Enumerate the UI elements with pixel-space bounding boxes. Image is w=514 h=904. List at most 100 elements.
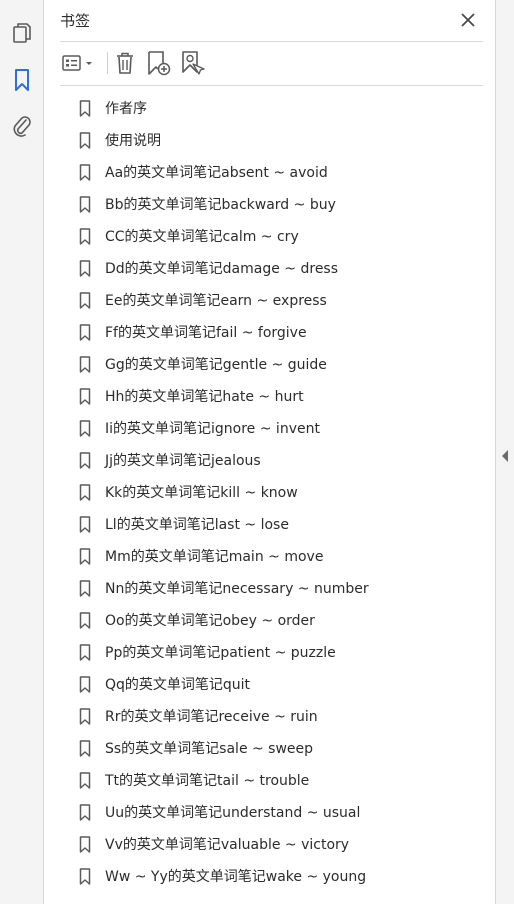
bookmark-label: Pp的英文单词笔记patient ~ puzzle	[105, 645, 336, 661]
bookmark-item[interactable]: Ss的英文单词笔记sale ~ sweep	[75, 732, 485, 764]
bookmark-icon	[79, 739, 91, 757]
bookmark-icon	[79, 835, 91, 853]
bookmark-label: Ii的英文单词笔记ignore ~ invent	[105, 421, 320, 437]
close-icon	[461, 13, 475, 27]
new-bookmark-icon	[148, 51, 171, 76]
bookmarks-button[interactable]	[9, 67, 35, 93]
panel-collapse-strip[interactable]	[495, 0, 514, 904]
bookmark-label: Oo的英文单词笔记obey ~ order	[105, 613, 315, 629]
bookmark-icon	[79, 195, 91, 213]
bookmark-item[interactable]: Aa的英文单词笔记absent ~ avoid	[75, 156, 485, 188]
bookmark-item[interactable]: Uu的英文单词笔记understand ~ usual	[75, 796, 485, 828]
bookmark-item[interactable]: Jj的英文单词笔记jealous	[75, 444, 485, 476]
bookmark-icon	[79, 675, 91, 693]
bookmark-icon	[79, 387, 91, 405]
bookmarks-toolbar	[60, 42, 483, 86]
attachment-icon	[13, 116, 31, 137]
bookmark-label: Qq的英文单词笔记quit	[105, 677, 251, 693]
bookmark-icon	[79, 643, 91, 661]
bookmark-item[interactable]: Nn的英文单词笔记necessary ~ number	[75, 572, 485, 604]
bookmark-icon	[15, 69, 29, 91]
bookmark-item[interactable]: Ee的英文单词笔记earn ~ express	[75, 284, 485, 316]
bookmark-label: CC的英文单词笔记calm ~ cry	[105, 229, 299, 245]
bookmark-icon	[79, 515, 91, 533]
bookmark-label: Rr的英文单词笔记receive ~ ruin	[105, 709, 318, 725]
bookmark-item[interactable]: Vv的英文单词笔记valuable ~ victory	[75, 828, 485, 860]
bookmark-label: Ww ~ Yy的英文单词笔记wake ~ young	[105, 869, 367, 885]
bookmark-item[interactable]: Ll的英文单词笔记last ~ lose	[75, 508, 485, 540]
bookmark-label: Vv的英文单词笔记valuable ~ victory	[105, 837, 350, 853]
pages-button[interactable]	[9, 20, 35, 46]
find-current-bookmark-button[interactable]	[180, 50, 206, 76]
panel-title: 书签	[60, 12, 91, 30]
bookmark-label: Kk的英文单词笔记kill ~ know	[105, 485, 298, 501]
bookmark-item[interactable]: Ww ~ Yy的英文单词笔记wake ~ young	[75, 860, 485, 892]
bookmark-item[interactable]: CC的英文单词笔记calm ~ cry	[75, 220, 485, 252]
bookmark-item[interactable]: Kk的英文单词笔记kill ~ know	[75, 476, 485, 508]
bookmark-item[interactable]: Qq的英文单词笔记quit	[75, 668, 485, 700]
bookmark-item[interactable]: Bb的英文单词笔记backward ~ buy	[75, 188, 485, 220]
bookmark-label: Ff的英文单词笔记fail ~ forgive	[105, 325, 307, 341]
bookmarks-panel: 书签 作者序 使用说明 Aa的英文单词笔记absent ~ avoid Bb的英…	[45, 0, 495, 904]
toolbar-separator	[107, 52, 108, 74]
bookmark-item[interactable]: 使用说明	[75, 124, 485, 156]
bookmark-label: Uu的英文单词笔记understand ~ usual	[105, 805, 361, 821]
bookmark-label: Ss的英文单词笔记sale ~ sweep	[105, 741, 314, 757]
bookmark-label: Nn的英文单词笔记necessary ~ number	[105, 581, 369, 597]
bookmark-label: Ee的英文单词笔记earn ~ express	[105, 293, 327, 309]
bookmark-icon	[79, 227, 91, 245]
bookmark-list: 作者序使用说明 Aa的英文单词笔记absent ~ avoid Bb的英文单词笔记b…	[75, 92, 485, 892]
bookmark-icon	[79, 611, 91, 629]
find-bookmark-icon	[182, 51, 205, 75]
bookmark-icon	[79, 867, 91, 885]
bookmark-icon	[79, 323, 91, 341]
bookmark-item[interactable]: Hh的英文单词笔记hate ~ hurt	[75, 380, 485, 412]
bookmark-item[interactable]: Ff的英文单词笔记fail ~ forgive	[75, 316, 485, 348]
bookmark-label: 作者序	[105, 101, 147, 117]
collapse-arrow-icon	[502, 450, 508, 462]
bookmark-icon	[79, 291, 91, 309]
bookmark-label: Gg的英文单词笔记gentle ~ guide	[105, 357, 327, 373]
bookmark-icon	[79, 771, 91, 789]
bookmark-label: Mm的英文单词笔记main ~ move	[105, 549, 324, 565]
navigation-rail	[0, 0, 44, 904]
bookmark-item[interactable]: Tt的英文单词笔记tail ~ trouble	[75, 764, 485, 796]
bookmark-icon	[79, 547, 91, 565]
bookmark-icon	[79, 131, 91, 149]
bookmark-item[interactable]: Mm的英文单词笔记main ~ move	[75, 540, 485, 572]
bookmark-icon	[79, 451, 91, 469]
options-dropdown-button[interactable]	[60, 50, 98, 76]
bookmark-item[interactable]: 作者序	[75, 92, 485, 124]
bookmark-icon	[79, 483, 91, 501]
bookmark-label: Tt的英文单词笔记tail ~ trouble	[105, 773, 310, 789]
close-button[interactable]	[457, 9, 479, 31]
bookmark-label: Dd的英文单词笔记damage ~ dress	[105, 261, 339, 277]
bookmark-item[interactable]: Dd的英文单词笔记damage ~ dress	[75, 252, 485, 284]
bookmark-label: Bb的英文单词笔记backward ~ buy	[105, 197, 336, 213]
bookmark-label: 使用说明	[105, 133, 161, 149]
panel-header: 书签	[60, 0, 483, 42]
pages-icon	[13, 23, 31, 43]
bookmark-item[interactable]: Oo的英文单词笔记obey ~ order	[75, 604, 485, 636]
bookmark-icon	[79, 707, 91, 725]
bookmark-icon	[79, 355, 91, 373]
bookmark-icon	[79, 579, 91, 597]
bookmark-label: Ll的英文单词笔记last ~ lose	[105, 517, 289, 533]
bookmark-icon	[79, 163, 91, 181]
delete-icon	[117, 52, 133, 74]
bookmark-icon	[79, 419, 91, 437]
bookmark-item[interactable]: Gg的英文单词笔记gentle ~ guide	[75, 348, 485, 380]
bookmark-item[interactable]: Pp的英文单词笔记patient ~ puzzle	[75, 636, 485, 668]
bookmark-icon	[79, 99, 91, 117]
bookmark-label: Aa的英文单词笔记absent ~ avoid	[105, 165, 328, 181]
attachments-button[interactable]	[9, 113, 35, 139]
new-bookmark-button[interactable]	[146, 50, 172, 76]
bookmark-label: Hh的英文单词笔记hate ~ hurt	[105, 389, 304, 405]
bookmark-item[interactable]: Rr的英文单词笔记receive ~ ruin	[75, 700, 485, 732]
bookmark-item[interactable]: Ii的英文单词笔记ignore ~ invent	[75, 412, 485, 444]
delete-bookmark-button[interactable]	[112, 50, 138, 76]
bookmark-icon	[79, 259, 91, 277]
bookmark-label: Jj的英文单词笔记jealous	[105, 453, 261, 469]
options-icon	[62, 55, 92, 71]
bookmark-icon	[79, 803, 91, 821]
